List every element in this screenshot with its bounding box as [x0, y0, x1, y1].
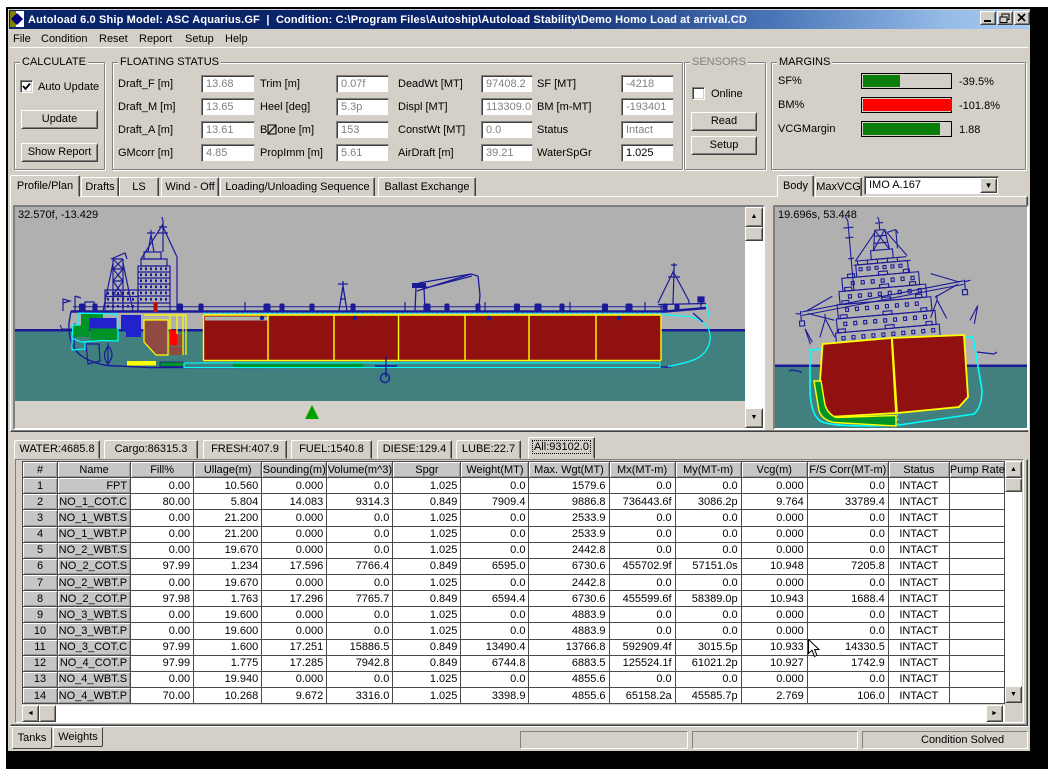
svg-text:32.570f, -13.429: 32.570f, -13.429	[18, 209, 98, 221]
svg-text:19.696s, 53.448: 19.696s, 53.448	[778, 209, 857, 221]
